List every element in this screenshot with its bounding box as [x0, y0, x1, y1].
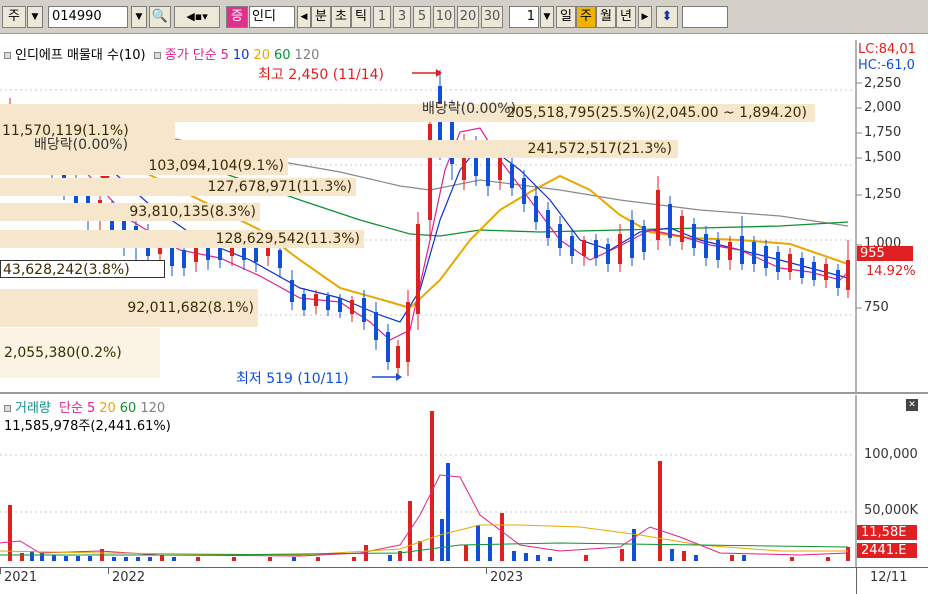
tab-3[interactable]: 3: [393, 6, 411, 28]
time-axis-label: 2021: [4, 570, 38, 585]
volume-pct-badge: 2441.E: [857, 543, 917, 558]
time-axis-label: 2023: [490, 570, 524, 585]
volume-axis-tick: 100,000: [864, 447, 918, 462]
volume-pane: 거래량 단순 5 20 60 120 11,585,978주(2,441.61%) ✕: [0, 395, 928, 567]
sort-arrows-icon[interactable]: ⬍: [656, 6, 678, 28]
dividend-label: 배당락(0.00%): [34, 137, 129, 153]
price-axis-tick: 1,250: [864, 187, 902, 202]
stock-name: 인디: [249, 6, 295, 28]
volume-profile-bar: 92,011,682(8.1%): [0, 289, 258, 327]
tab-minute[interactable]: 분: [311, 6, 331, 28]
tab-year[interactable]: 년: [616, 6, 636, 28]
tab-10[interactable]: 10: [433, 6, 455, 28]
search-icon[interactable]: 🔍: [149, 6, 171, 28]
vol-ma20-line: [0, 524, 848, 556]
pane-divider[interactable]: [0, 392, 928, 394]
low-price-label: 최저 519 (10/11): [236, 371, 349, 387]
stock-tag-badge: 증: [226, 6, 248, 28]
tab-20[interactable]: 20: [457, 6, 479, 28]
period-dropdown-icon[interactable]: ▼: [540, 6, 554, 28]
change-pct-label: 14.92%: [866, 264, 916, 279]
price-axis-tick: 1,500: [864, 150, 902, 165]
volume-profile-bar: 127,678,971(11.3%): [0, 178, 356, 196]
tab-5[interactable]: 5: [413, 6, 431, 28]
hc-label: HC:-61,0: [858, 58, 915, 73]
scroll-right-icon[interactable]: ▶: [638, 6, 652, 28]
price-axis-tick: 2,000: [864, 100, 902, 115]
current-price-badge: 955: [857, 246, 913, 261]
volume-chart-svg: [0, 395, 857, 567]
price-pane: 인디에프 매물대 수(10) 종가 단순 5 10 20 60 120 11,5…: [0, 40, 928, 392]
period-input[interactable]: 1: [509, 6, 539, 28]
volume-profile-bar: 205,518,795(25.5%)(2,045.00 ~ 1,894.20): [0, 104, 815, 122]
price-axis-tick: 1,750: [864, 125, 902, 140]
scroll-left-icon[interactable]: ◀: [297, 6, 311, 28]
extra-input[interactable]: [682, 6, 728, 28]
volume-profile-bar: 93,810,135(8.3%): [0, 203, 260, 221]
market-select[interactable]: 주: [2, 6, 26, 28]
volume-profile-bar: 2,055,380(0.2%): [0, 328, 160, 378]
speaker-icon[interactable]: ◀▪▾: [174, 6, 220, 28]
volume-axis-tick: 50,000K: [864, 503, 919, 518]
code-dropdown-icon[interactable]: ▼: [131, 6, 147, 28]
high-price-label: 최고 2,450 (11/14): [258, 67, 385, 83]
price-axis-tick: 2,250: [864, 76, 902, 91]
tab-tick[interactable]: 틱: [351, 6, 371, 28]
volume-profile-bar: 43,628,242(3.8%): [0, 260, 165, 278]
dividend-label: 배당락(0.00%): [422, 101, 517, 117]
time-axis-label: 2022: [112, 570, 146, 585]
volume-profile-bar: 128,629,542(11.3%): [0, 230, 364, 248]
price-axis-tick: 750: [864, 300, 889, 315]
tab-day[interactable]: 일: [556, 6, 576, 28]
tab-1[interactable]: 1: [373, 6, 391, 28]
market-dropdown-icon[interactable]: ▼: [27, 6, 43, 28]
tab-month[interactable]: 월: [596, 6, 616, 28]
vol-ma5-line: [0, 474, 849, 557]
tab-week[interactable]: 주: [576, 6, 596, 28]
tab-second[interactable]: 초: [331, 6, 351, 28]
tab-30[interactable]: 30: [481, 6, 503, 28]
toolbar: 주 ▼ 014990 ▼ 🔍 ◀▪▾ 증 인디 ◀ 분 초 틱 1 3 5 10…: [0, 0, 928, 34]
code-input[interactable]: 014990: [48, 6, 128, 28]
last-date-label: 12/11: [870, 570, 908, 585]
volume-profile-bar: 103,094,104(9.1%): [0, 157, 288, 175]
volume-badge: 11,58E: [857, 525, 917, 540]
time-axis: 2021 2022 2023 12/11: [0, 567, 928, 594]
lc-label: LC:84,01: [858, 42, 916, 57]
